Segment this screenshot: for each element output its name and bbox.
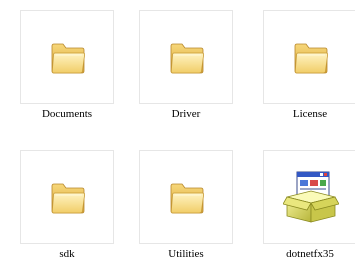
thumbnail-frame [263, 150, 355, 244]
thumbnail-frame [139, 10, 233, 104]
thumbnail-frame [139, 150, 233, 244]
file-item-label: sdk [59, 248, 75, 260]
folder-icon [169, 41, 205, 75]
thumbnail-frame [263, 10, 355, 104]
folder-icon [293, 41, 329, 75]
file-item-label: Driver [171, 108, 201, 120]
folder-icon [50, 41, 86, 75]
file-item-dotnetfx35[interactable]: dotnetfx35 [259, 140, 355, 262]
file-item-utilities[interactable]: Utilities [135, 140, 235, 262]
file-item-label: Utilities [168, 248, 204, 260]
thumbnail-frame [20, 10, 114, 104]
folder-icon [169, 181, 205, 215]
folder-icon [50, 181, 86, 215]
file-item-label: dotnetfx35 [286, 248, 334, 260]
file-item-sdk[interactable]: sdk [16, 140, 116, 262]
file-item-label: License [292, 108, 328, 120]
file-browser-view: Documents Driver License sdk Utilities d… [0, 0, 355, 262]
thumbnail-frame [20, 150, 114, 244]
file-item-label: Documents [41, 108, 93, 120]
file-item-documents[interactable]: Documents [16, 0, 116, 124]
file-item-license[interactable]: License [259, 0, 355, 124]
installer-icon [283, 171, 339, 223]
file-item-driver[interactable]: Driver [135, 0, 235, 124]
